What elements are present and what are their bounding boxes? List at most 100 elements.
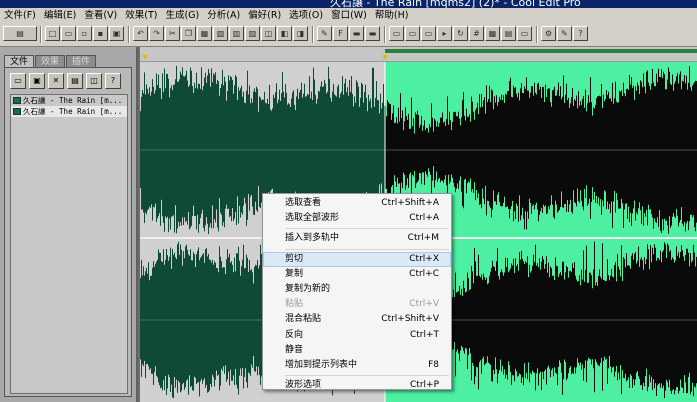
context-menu-item[interactable]: 剪切 Ctrl+X <box>263 251 451 267</box>
menu-item-label: 插入到多轨中 <box>285 233 340 244</box>
context-menu-item[interactable]: 插入到多轨中 Ctrl+M <box>263 231 451 246</box>
cue-icon[interactable]: ◧ <box>277 26 292 41</box>
undo-icon[interactable]: ↶ <box>133 26 148 41</box>
context-menu-item[interactable]: 复制为新的 <box>263 282 451 297</box>
menu-1[interactable]: 编辑(E) <box>40 8 80 23</box>
organizer-panel: ▭ ▣ ✕ ▤ ◫ ? 久石讓 - The Rain [m... 久石讓 - Th… <box>4 67 132 397</box>
menu-item-label: 剪切 <box>285 253 304 264</box>
edit-file-icon[interactable]: ◫ <box>86 73 102 89</box>
menu-5[interactable]: 分析(A) <box>203 8 244 23</box>
view-option-icon[interactable]: ▭ <box>421 26 436 41</box>
open-folder-icon[interactable]: ▣ <box>29 73 45 89</box>
toolbar-separator <box>536 26 538 43</box>
toolbar-separator <box>40 26 42 43</box>
view-option-icon[interactable]: ▭ <box>389 26 404 41</box>
menu-item-shortcut: Ctrl+C <box>409 268 439 279</box>
toolbar-separator <box>384 26 386 43</box>
context-menu-item[interactable]: 增加到提示列表中 F8 <box>263 358 451 373</box>
context-menu-item[interactable]: 选取全部波形 Ctrl+A <box>263 211 451 226</box>
window-title: 久石讓 - The Rain [mqms2] (2)* - Cool Edit … <box>330 0 581 8</box>
spectral-view-icon[interactable]: ▬ <box>349 26 364 41</box>
context-menu-item[interactable]: 复制 Ctrl+C <box>263 267 451 282</box>
time-ruler <box>140 47 697 62</box>
menu-item-shortcut: Ctrl+A <box>409 213 439 224</box>
menu-item-label: 增加到提示列表中 <box>285 359 358 370</box>
edit-icon[interactable]: ✎ <box>557 26 572 41</box>
menu-0[interactable]: 文件(F) <box>0 8 40 23</box>
waveform-file-icon <box>13 108 21 115</box>
file-list: 久石讓 - The Rain [m... 久石讓 - The Rain [m... <box>10 94 128 394</box>
scan-icon[interactable]: ◨ <box>293 26 308 41</box>
bits-icon[interactable]: ▤ <box>501 26 516 41</box>
start-marker-icon[interactable] <box>142 55 148 60</box>
menu-item-label: 反向 <box>285 329 304 340</box>
frequency-icon[interactable]: F <box>333 26 348 41</box>
context-menu: 选取查看 Ctrl+Shift+A 选取全部波形 Ctrl+A 插入到多轨中 Ctrl+M… <box>262 193 452 390</box>
context-menu-item[interactable]: 波形选项 Ctrl+P <box>263 378 451 393</box>
menu-item-shortcut: Ctrl+T <box>409 329 439 340</box>
help-icon[interactable]: ? <box>573 26 588 41</box>
organizer-window: 文件 效果 插件 ▭ ▣ ✕ ▤ ◫ ? 久石讓 - The Rain [m... 久… <box>0 47 138 402</box>
insert-icon[interactable]: ▤ <box>67 73 83 89</box>
menu-item-shortcut: Ctrl+X <box>409 253 439 264</box>
settings-icon[interactable]: ⚙ <box>541 26 556 41</box>
menu-item-shortcut: Ctrl+V <box>409 299 439 310</box>
menu-item-shortcut: Ctrl+Shift+V <box>381 314 439 325</box>
play-icon[interactable]: ▸ <box>437 26 452 41</box>
new-file-icon[interactable]: □ <box>45 26 60 41</box>
context-menu-item[interactable]: 粘贴 Ctrl+V <box>263 297 451 312</box>
context-menu-item[interactable]: 选取查看 Ctrl+Shift+A <box>263 196 451 211</box>
menu-8[interactable]: 窗口(W) <box>327 8 371 23</box>
file-list-item[interactable]: 久石讓 - The Rain [m... <box>11 106 127 117</box>
mark-icon[interactable]: ◫ <box>261 26 276 41</box>
menu-item-label: 混合粘贴 <box>285 314 322 325</box>
menu-item-shortcut: Ctrl+P <box>410 380 439 391</box>
copy-icon[interactable]: ❐ <box>181 26 196 41</box>
context-menu-item[interactable]: 静音 <box>263 343 451 358</box>
selection-range-bar <box>385 49 697 53</box>
toolbar: ▤ □ ▭ ▫ ▪ ▣ ↶ ↷ ✂ ❐ ▦ ▧ ▥ ▨ ◫ ◧ ◨ ✎ F ▬ … <box>0 23 697 47</box>
open-file-icon[interactable]: ▭ <box>61 26 76 41</box>
menu-item-label: 选取全部波形 <box>285 213 340 224</box>
menu-item-shortcut: F8 <box>428 359 439 370</box>
menu-item-label: 波形选项 <box>285 380 322 391</box>
menu-item-label: 选取查看 <box>285 198 322 208</box>
save-icon[interactable]: ▪ <box>93 26 108 41</box>
close-icon[interactable]: ✕ <box>48 73 64 89</box>
generate-icon[interactable]: ▨ <box>245 26 260 41</box>
menu-7[interactable]: 选项(O) <box>285 8 327 23</box>
menu-separator <box>285 375 449 377</box>
open-icon[interactable]: ▭ <box>10 73 26 89</box>
grid-icon[interactable]: ▦ <box>485 26 500 41</box>
selection-marker-icon[interactable] <box>382 55 388 60</box>
mix-paste-icon[interactable]: ▧ <box>213 26 228 41</box>
info-icon[interactable]: ▭ <box>517 26 532 41</box>
menu-4[interactable]: 生成(G) <box>161 8 203 23</box>
context-menu-item[interactable]: 混合粘贴 Ctrl+Shift+V <box>263 312 451 327</box>
menu-6[interactable]: 偏好(R) <box>244 8 285 23</box>
menu-2[interactable]: 查看(V) <box>80 8 121 23</box>
cut-icon[interactable]: ✂ <box>165 26 180 41</box>
loop-icon[interactable]: ↻ <box>453 26 468 41</box>
file-list-item[interactable]: 久石讓 - The Rain [m... <box>11 95 127 106</box>
close-file-icon[interactable]: ▫ <box>77 26 92 41</box>
redo-icon[interactable]: ↷ <box>149 26 164 41</box>
menu-3[interactable]: 效果(T) <box>121 8 161 23</box>
sample-rate-icon[interactable]: # <box>469 26 484 41</box>
file-name: 久石讓 - The Rain [m... <box>23 107 123 116</box>
save-as-icon[interactable]: ▣ <box>109 26 124 41</box>
trim-icon[interactable]: ▥ <box>229 26 244 41</box>
file-name: 久石讓 - The Rain [m... <box>23 96 123 105</box>
menu-item-shortcut: Ctrl+M <box>407 233 439 244</box>
title-bar: 久石讓 - The Rain [mqms2] (2)* - Cool Edit … <box>0 0 697 8</box>
menu-item-label: 粘贴 <box>285 299 304 310</box>
wave-view-icon[interactable]: ▬ <box>365 26 380 41</box>
multitrack-toggle-button[interactable]: ▤ <box>3 26 37 41</box>
menu-9[interactable]: 帮助(H) <box>371 8 413 23</box>
pencil-icon[interactable]: ✎ <box>317 26 332 41</box>
context-menu-item[interactable]: 反向 Ctrl+T <box>263 328 451 343</box>
toolbar-separator <box>312 26 314 43</box>
help-icon[interactable]: ? <box>105 73 121 89</box>
paste-icon[interactable]: ▦ <box>197 26 212 41</box>
view-option-icon[interactable]: ▭ <box>405 26 420 41</box>
